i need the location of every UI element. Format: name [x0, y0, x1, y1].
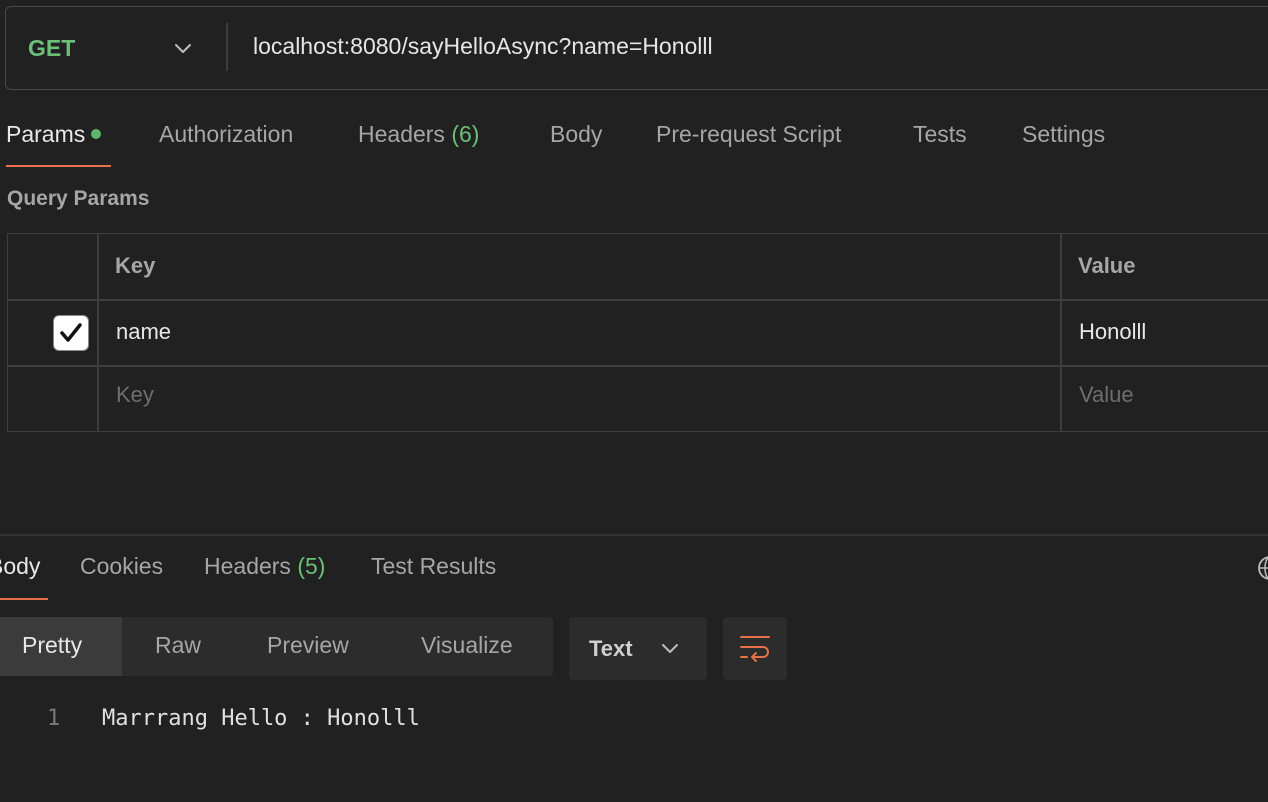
tab-params-label: Params	[6, 121, 86, 147]
tab-settings[interactable]: Settings	[1022, 121, 1105, 148]
view-mode-preview[interactable]: Preview	[267, 632, 349, 659]
column-divider	[97, 234, 99, 431]
query-params-title: Query Params	[7, 187, 150, 210]
active-tab-indicator	[6, 165, 111, 167]
response-divider[interactable]	[0, 534, 1268, 536]
response-tab-headers-label: Headers	[204, 553, 291, 579]
response-tab-headers[interactable]: Headers (5)	[204, 553, 325, 580]
chevron-down-icon	[662, 644, 678, 653]
tab-headers-label: Headers	[358, 121, 445, 147]
active-response-tab-indicator	[0, 598, 48, 600]
response-tab-body[interactable]: Body	[0, 553, 40, 580]
param-enabled-checkbox[interactable]	[53, 315, 89, 351]
globe-icon[interactable]	[1257, 555, 1268, 581]
wrap-lines-button[interactable]	[723, 617, 787, 680]
response-tab-test-results[interactable]: Test Results	[371, 553, 496, 580]
row-divider	[8, 299, 1268, 301]
headers-count: (6)	[451, 121, 480, 147]
view-mode-visualize[interactable]: Visualize	[421, 632, 513, 659]
tab-authorization[interactable]: Authorization	[159, 121, 293, 148]
method-selector[interactable]: GET	[28, 35, 75, 62]
column-divider	[1060, 234, 1062, 431]
url-divider	[226, 23, 228, 71]
column-header-value: Value	[1078, 253, 1136, 278]
line-number: 1	[47, 706, 61, 731]
response-headers-count: (5)	[297, 553, 326, 579]
tab-headers[interactable]: Headers (6)	[358, 121, 479, 148]
wrap-lines-icon	[740, 636, 770, 662]
format-label: Text	[589, 636, 633, 661]
url-input[interactable]: localhost:8080/sayHelloAsync?name=Honoll…	[253, 33, 713, 60]
params-active-dot	[91, 129, 102, 139]
new-param-value-input[interactable]: Value	[1079, 382, 1134, 408]
view-mode-selector: Pretty Raw Preview Visualize	[0, 617, 553, 676]
response-tab-cookies[interactable]: Cookies	[80, 553, 163, 580]
tab-params[interactable]: Params	[6, 121, 102, 148]
row-divider	[8, 365, 1268, 367]
format-dropdown[interactable]: Text	[569, 617, 707, 680]
chevron-down-icon[interactable]	[172, 37, 194, 59]
param-value-cell[interactable]: Honolll	[1079, 319, 1146, 345]
tab-prerequest-script[interactable]: Pre-request Script	[656, 121, 841, 148]
param-key-cell[interactable]: name	[116, 319, 171, 345]
checkmark-icon	[59, 322, 82, 342]
tab-body[interactable]: Body	[550, 121, 602, 148]
view-mode-pretty[interactable]: Pretty	[22, 632, 82, 659]
url-bar: GET localhost:8080/sayHelloAsync?name=Ho…	[5, 6, 1268, 90]
new-param-key-input[interactable]: Key	[116, 382, 154, 408]
query-params-table: Key Value name Honolll Key Value	[7, 233, 1268, 432]
view-mode-raw[interactable]: Raw	[155, 632, 201, 659]
tab-tests[interactable]: Tests	[913, 121, 967, 148]
column-header-key: Key	[115, 253, 156, 278]
response-body-line: Marrrang Hello : Honolll	[102, 706, 420, 731]
